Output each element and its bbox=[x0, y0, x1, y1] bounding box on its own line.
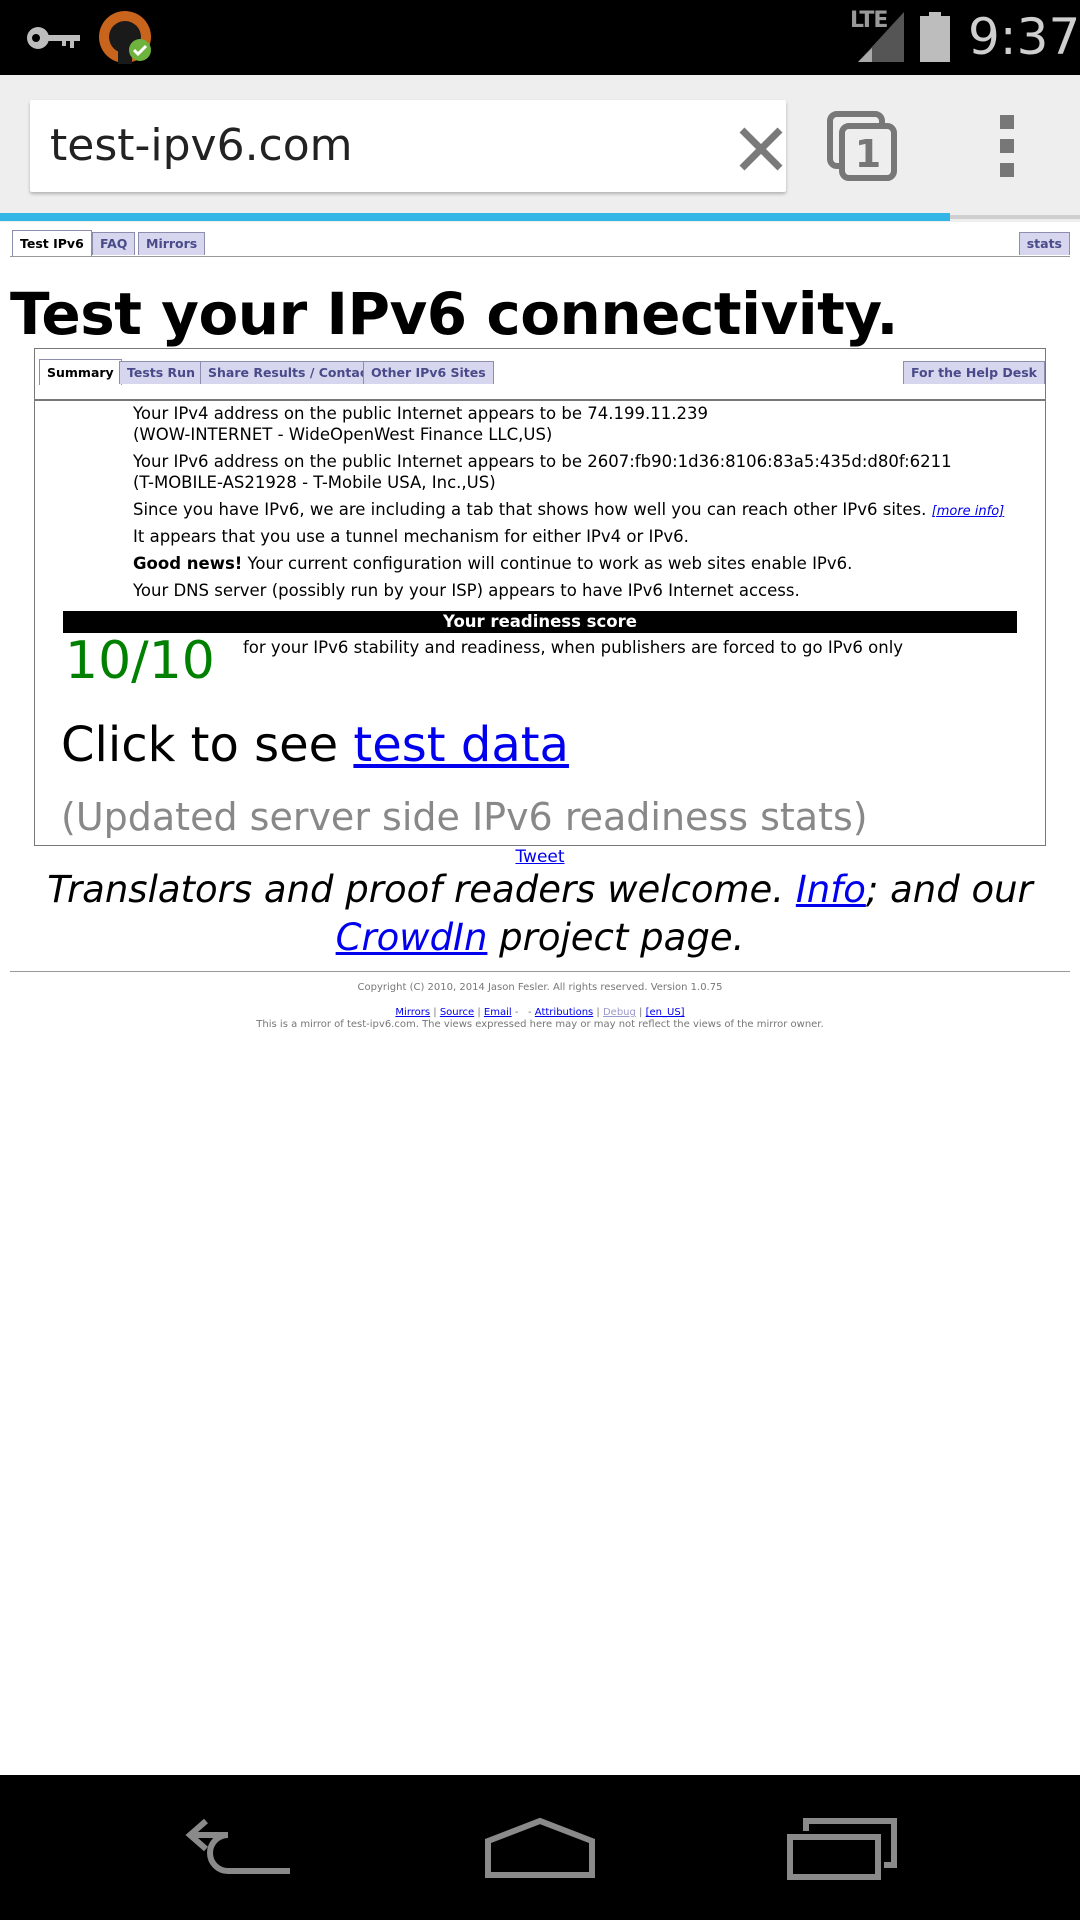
battery-icon bbox=[920, 12, 950, 62]
translators-note: Translators and proof readers welcome. I… bbox=[0, 866, 1080, 962]
footer-attributions-link[interactable]: Attributions bbox=[535, 1007, 593, 1018]
good-news-text: Your current configuration will continue… bbox=[242, 554, 853, 573]
recents-icon[interactable] bbox=[780, 1817, 900, 1881]
tab-faq[interactable]: FAQ bbox=[92, 232, 136, 255]
status-bar: LTE 9:37 bbox=[0, 0, 1080, 75]
footer-debug-link[interactable]: Debug bbox=[603, 1007, 636, 1018]
site-nav-tabs: Test IPv6 FAQ Mirrors stats bbox=[10, 230, 1070, 257]
footer-mirrors-link[interactable]: Mirrors bbox=[395, 1007, 430, 1018]
url-bar[interactable]: test-ipv6.com bbox=[30, 100, 786, 192]
clear-url-icon[interactable] bbox=[736, 124, 786, 174]
info-link[interactable]: Info bbox=[796, 868, 866, 911]
tab-mirrors[interactable]: Mirrors bbox=[138, 232, 206, 255]
clock: 9:37 bbox=[968, 8, 1080, 66]
ipv4-isp: (WOW-INTERNET - WideOpenWest Finance LLC… bbox=[133, 425, 553, 444]
ipv6-tab-note: Since you have IPv6, we are including a … bbox=[133, 499, 1004, 522]
home-icon[interactable] bbox=[480, 1817, 600, 1881]
tab-help-desk[interactable]: For the Help Desk bbox=[903, 361, 1045, 384]
readiness-score: 10/10 bbox=[65, 631, 215, 691]
tunnel-note: It appears that you use a tunnel mechani… bbox=[133, 527, 689, 546]
crowdin-link[interactable]: CrowdIn bbox=[336, 916, 488, 959]
tab-count: 1 bbox=[855, 132, 881, 176]
tab-note-text: Since you have IPv6, we are including a … bbox=[133, 500, 927, 519]
dns-note: Your DNS server (possibly run by your IS… bbox=[133, 581, 800, 600]
readiness-header: Your readiness score bbox=[63, 611, 1017, 633]
translators-text: Translators and proof readers welcome. bbox=[47, 868, 796, 911]
translators-text-3: project page. bbox=[487, 916, 745, 959]
good-news: Good news! Your current configuration wi… bbox=[133, 553, 852, 574]
footer-source-link[interactable]: Source bbox=[440, 1007, 474, 1018]
overflow-menu-icon[interactable] bbox=[990, 113, 1024, 179]
tab-switcher-button[interactable]: 1 bbox=[826, 110, 900, 182]
tab-summary[interactable]: Summary bbox=[39, 359, 122, 385]
page-title: Test your IPv6 connectivity. bbox=[10, 280, 898, 348]
results-panel: Summary Tests Run Share Results / Contac… bbox=[34, 348, 1046, 846]
readiness-description: for your IPv6 stability and readiness, w… bbox=[243, 638, 904, 657]
browser-toolbar: test-ipv6.com 1 bbox=[0, 75, 1080, 222]
tweet-link[interactable]: Tweet bbox=[515, 847, 564, 867]
ipv4-line: Your IPv4 address on the public Internet… bbox=[133, 404, 708, 423]
test-data-link[interactable]: test data bbox=[353, 717, 569, 773]
tab-stats[interactable]: stats bbox=[1018, 232, 1070, 255]
results-tabs: Summary Tests Run Share Results / Contac… bbox=[35, 349, 1045, 401]
more-info-link[interactable]: [more info] bbox=[932, 504, 1005, 519]
ipv6-address: Your IPv6 address on the public Internet… bbox=[133, 451, 952, 493]
back-icon[interactable] bbox=[180, 1817, 300, 1881]
footer-links: Mirrors | Source | Email - - Attribution… bbox=[395, 1007, 685, 1018]
test-data-prefix: Click to see bbox=[61, 717, 354, 773]
url-text[interactable]: test-ipv6.com bbox=[50, 120, 353, 171]
tab-other-ipv6-sites[interactable]: Other IPv6 Sites bbox=[363, 361, 494, 384]
tab-test-ipv6[interactable]: Test IPv6 bbox=[12, 230, 92, 256]
web-page: Test IPv6 FAQ Mirrors stats Test your IP… bbox=[0, 222, 1080, 1775]
navigation-bar bbox=[0, 1775, 1080, 1920]
ipv4-address: Your IPv4 address on the public Internet… bbox=[133, 403, 708, 445]
readiness-stats-link[interactable]: (Updated server side IPv6 readiness stat… bbox=[61, 795, 868, 839]
test-data-line: Click to see test data bbox=[61, 717, 569, 773]
tabs-icon: 1 bbox=[827, 111, 897, 181]
key-icon bbox=[27, 27, 80, 49]
tab-share-results[interactable]: Share Results / Contact bbox=[200, 361, 382, 384]
footer-divider bbox=[10, 971, 1070, 972]
vpn-app-icon bbox=[99, 11, 151, 64]
translators-text-2: ; and our bbox=[865, 868, 1033, 911]
ipv6-line: Your IPv6 address on the public Internet… bbox=[133, 452, 952, 471]
ipv6-isp: (T-MOBILE-AS21928 - T-Mobile USA, Inc.,U… bbox=[133, 473, 496, 492]
signal-icon bbox=[858, 12, 904, 62]
footer-locale-link[interactable]: [en_US] bbox=[646, 1007, 685, 1018]
tab-tests-run[interactable]: Tests Run bbox=[119, 361, 203, 384]
page-load-progress bbox=[0, 213, 1080, 221]
mirror-note: This is a mirror of test-ipv6.com. The v… bbox=[256, 1019, 824, 1030]
copyright: Copyright (C) 2010, 2014 Jason Fesler. A… bbox=[357, 982, 723, 993]
good-news-label: Good news! bbox=[133, 554, 243, 573]
footer-email-link[interactable]: Email bbox=[484, 1007, 512, 1018]
tweet-row: Tweet bbox=[0, 847, 1080, 867]
progress-fill bbox=[0, 213, 951, 221]
